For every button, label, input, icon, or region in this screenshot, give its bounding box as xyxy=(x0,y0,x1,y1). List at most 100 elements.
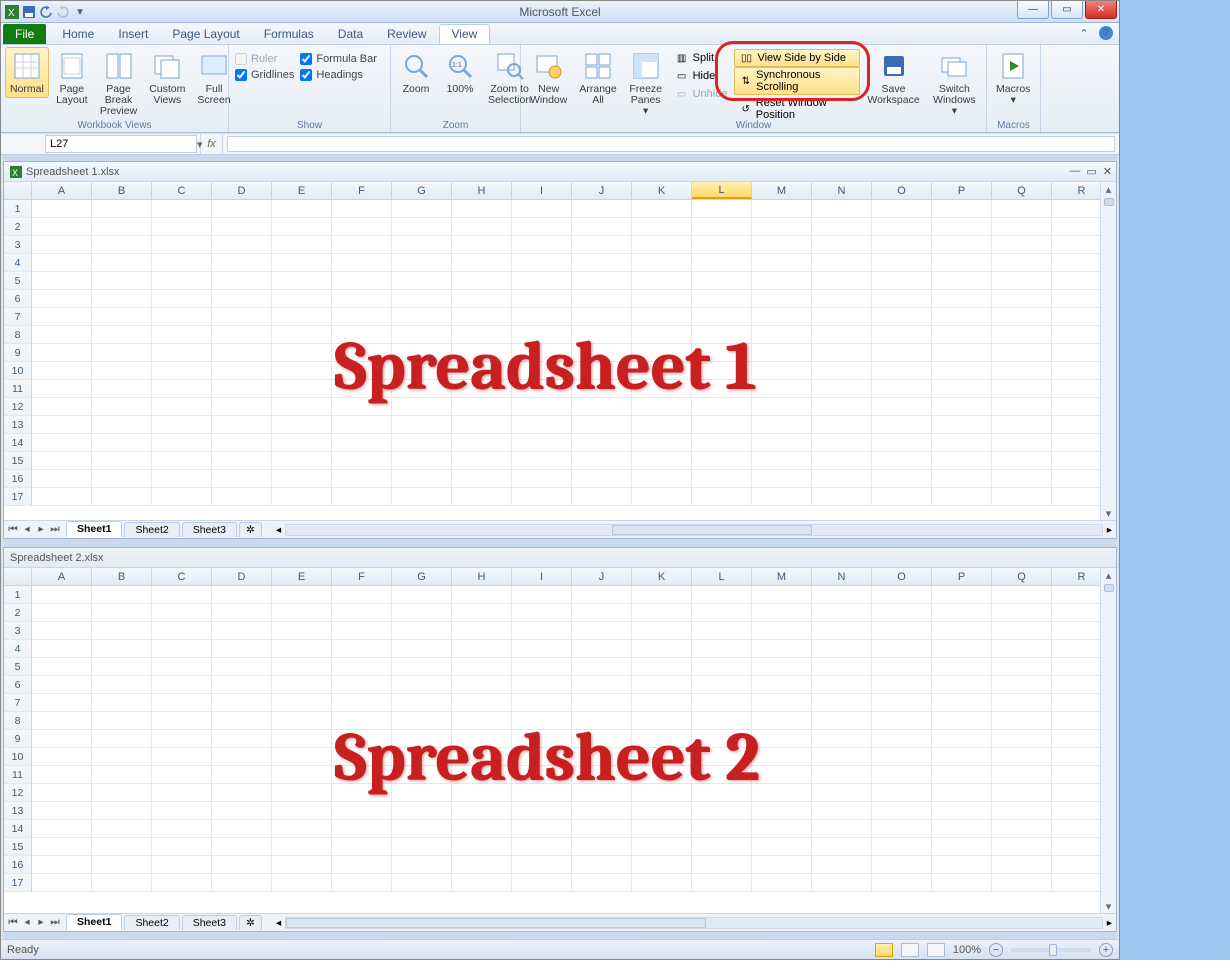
cell[interactable] xyxy=(632,218,692,236)
cell[interactable] xyxy=(752,308,812,326)
new-sheet-button[interactable]: ✲ xyxy=(239,522,262,537)
cell[interactable] xyxy=(152,604,212,622)
cell[interactable] xyxy=(992,344,1052,362)
cell[interactable] xyxy=(572,838,632,856)
cell[interactable] xyxy=(32,272,92,290)
cell[interactable] xyxy=(992,640,1052,658)
cell[interactable] xyxy=(872,434,932,452)
doc1-restore-icon[interactable]: ▭ xyxy=(1086,165,1096,178)
cell[interactable] xyxy=(932,398,992,416)
cell[interactable] xyxy=(92,730,152,748)
cell[interactable] xyxy=(32,604,92,622)
column-header[interactable]: O xyxy=(872,182,932,199)
cell[interactable] xyxy=(692,838,752,856)
row-header[interactable]: 12 xyxy=(4,398,32,416)
cell[interactable] xyxy=(632,712,692,730)
cell[interactable] xyxy=(272,236,332,254)
cell[interactable] xyxy=(392,344,452,362)
hide-button[interactable]: ▭Hide xyxy=(670,67,733,85)
arrange-all-button[interactable]: Arrange All xyxy=(574,47,621,109)
cell[interactable] xyxy=(632,452,692,470)
cell[interactable] xyxy=(152,398,212,416)
cell[interactable] xyxy=(632,874,692,892)
cell[interactable] xyxy=(392,326,452,344)
cell[interactable] xyxy=(32,380,92,398)
cell[interactable] xyxy=(692,218,752,236)
cell[interactable] xyxy=(512,802,572,820)
row-header[interactable]: 1 xyxy=(4,200,32,218)
cell[interactable] xyxy=(872,622,932,640)
cell[interactable] xyxy=(812,308,872,326)
row-header[interactable]: 4 xyxy=(4,254,32,272)
cell[interactable] xyxy=(992,802,1052,820)
column-header[interactable]: C xyxy=(152,182,212,199)
cell[interactable] xyxy=(572,290,632,308)
cell[interactable] xyxy=(32,784,92,802)
column-header[interactable]: D xyxy=(212,568,272,585)
qat-dropdown-icon[interactable]: ▾ xyxy=(73,5,87,19)
tab-last-icon[interactable]: ⏭ xyxy=(48,523,62,536)
cell[interactable] xyxy=(332,712,392,730)
cell[interactable] xyxy=(632,676,692,694)
maximize-button[interactable]: ▭ xyxy=(1051,1,1083,19)
cell[interactable] xyxy=(632,802,692,820)
column-header[interactable]: N xyxy=(812,568,872,585)
column-header[interactable]: N xyxy=(812,182,872,199)
cell[interactable] xyxy=(212,398,272,416)
cell[interactable] xyxy=(212,218,272,236)
cell[interactable] xyxy=(32,218,92,236)
cell[interactable] xyxy=(752,452,812,470)
cell[interactable] xyxy=(212,694,272,712)
cell[interactable] xyxy=(752,434,812,452)
row-header[interactable]: 5 xyxy=(4,272,32,290)
cell[interactable] xyxy=(692,200,752,218)
cell[interactable] xyxy=(752,326,812,344)
cell[interactable] xyxy=(992,326,1052,344)
cell[interactable] xyxy=(752,838,812,856)
cell[interactable] xyxy=(332,838,392,856)
cell[interactable] xyxy=(152,658,212,676)
cell[interactable] xyxy=(572,748,632,766)
cell[interactable] xyxy=(92,802,152,820)
cell[interactable] xyxy=(752,380,812,398)
cell[interactable] xyxy=(872,640,932,658)
cell[interactable] xyxy=(872,730,932,748)
cell[interactable] xyxy=(572,874,632,892)
scroll-down-icon[interactable]: ▾ xyxy=(1101,899,1116,913)
fx-button[interactable]: fx xyxy=(201,134,223,154)
cell[interactable] xyxy=(632,748,692,766)
cell[interactable] xyxy=(92,784,152,802)
cell[interactable] xyxy=(152,766,212,784)
cell[interactable] xyxy=(572,766,632,784)
cell[interactable] xyxy=(332,452,392,470)
cell[interactable] xyxy=(572,604,632,622)
cell[interactable] xyxy=(332,766,392,784)
cell[interactable] xyxy=(632,488,692,506)
cell[interactable] xyxy=(332,416,392,434)
cell[interactable] xyxy=(332,622,392,640)
cell[interactable] xyxy=(92,272,152,290)
cell[interactable] xyxy=(572,856,632,874)
cell[interactable] xyxy=(692,272,752,290)
doc1-minimize-icon[interactable]: — xyxy=(1069,165,1080,178)
cell[interactable] xyxy=(212,658,272,676)
cell[interactable] xyxy=(512,874,572,892)
cell[interactable] xyxy=(32,434,92,452)
cell[interactable] xyxy=(332,658,392,676)
cell[interactable] xyxy=(992,200,1052,218)
cell[interactable] xyxy=(932,434,992,452)
column-header[interactable]: Q xyxy=(992,568,1052,585)
cell[interactable] xyxy=(932,272,992,290)
cell[interactable] xyxy=(212,856,272,874)
column-header[interactable]: D xyxy=(212,182,272,199)
row-header[interactable]: 6 xyxy=(4,290,32,308)
cell[interactable] xyxy=(812,838,872,856)
row-header[interactable]: 15 xyxy=(4,838,32,856)
zoom-100-button[interactable]: 1:1 100% xyxy=(439,47,481,98)
tab-last-icon[interactable]: ⏭ xyxy=(48,916,62,929)
cell[interactable] xyxy=(212,784,272,802)
cell[interactable] xyxy=(272,434,332,452)
cell[interactable] xyxy=(752,766,812,784)
cell[interactable] xyxy=(212,470,272,488)
cell[interactable] xyxy=(392,290,452,308)
